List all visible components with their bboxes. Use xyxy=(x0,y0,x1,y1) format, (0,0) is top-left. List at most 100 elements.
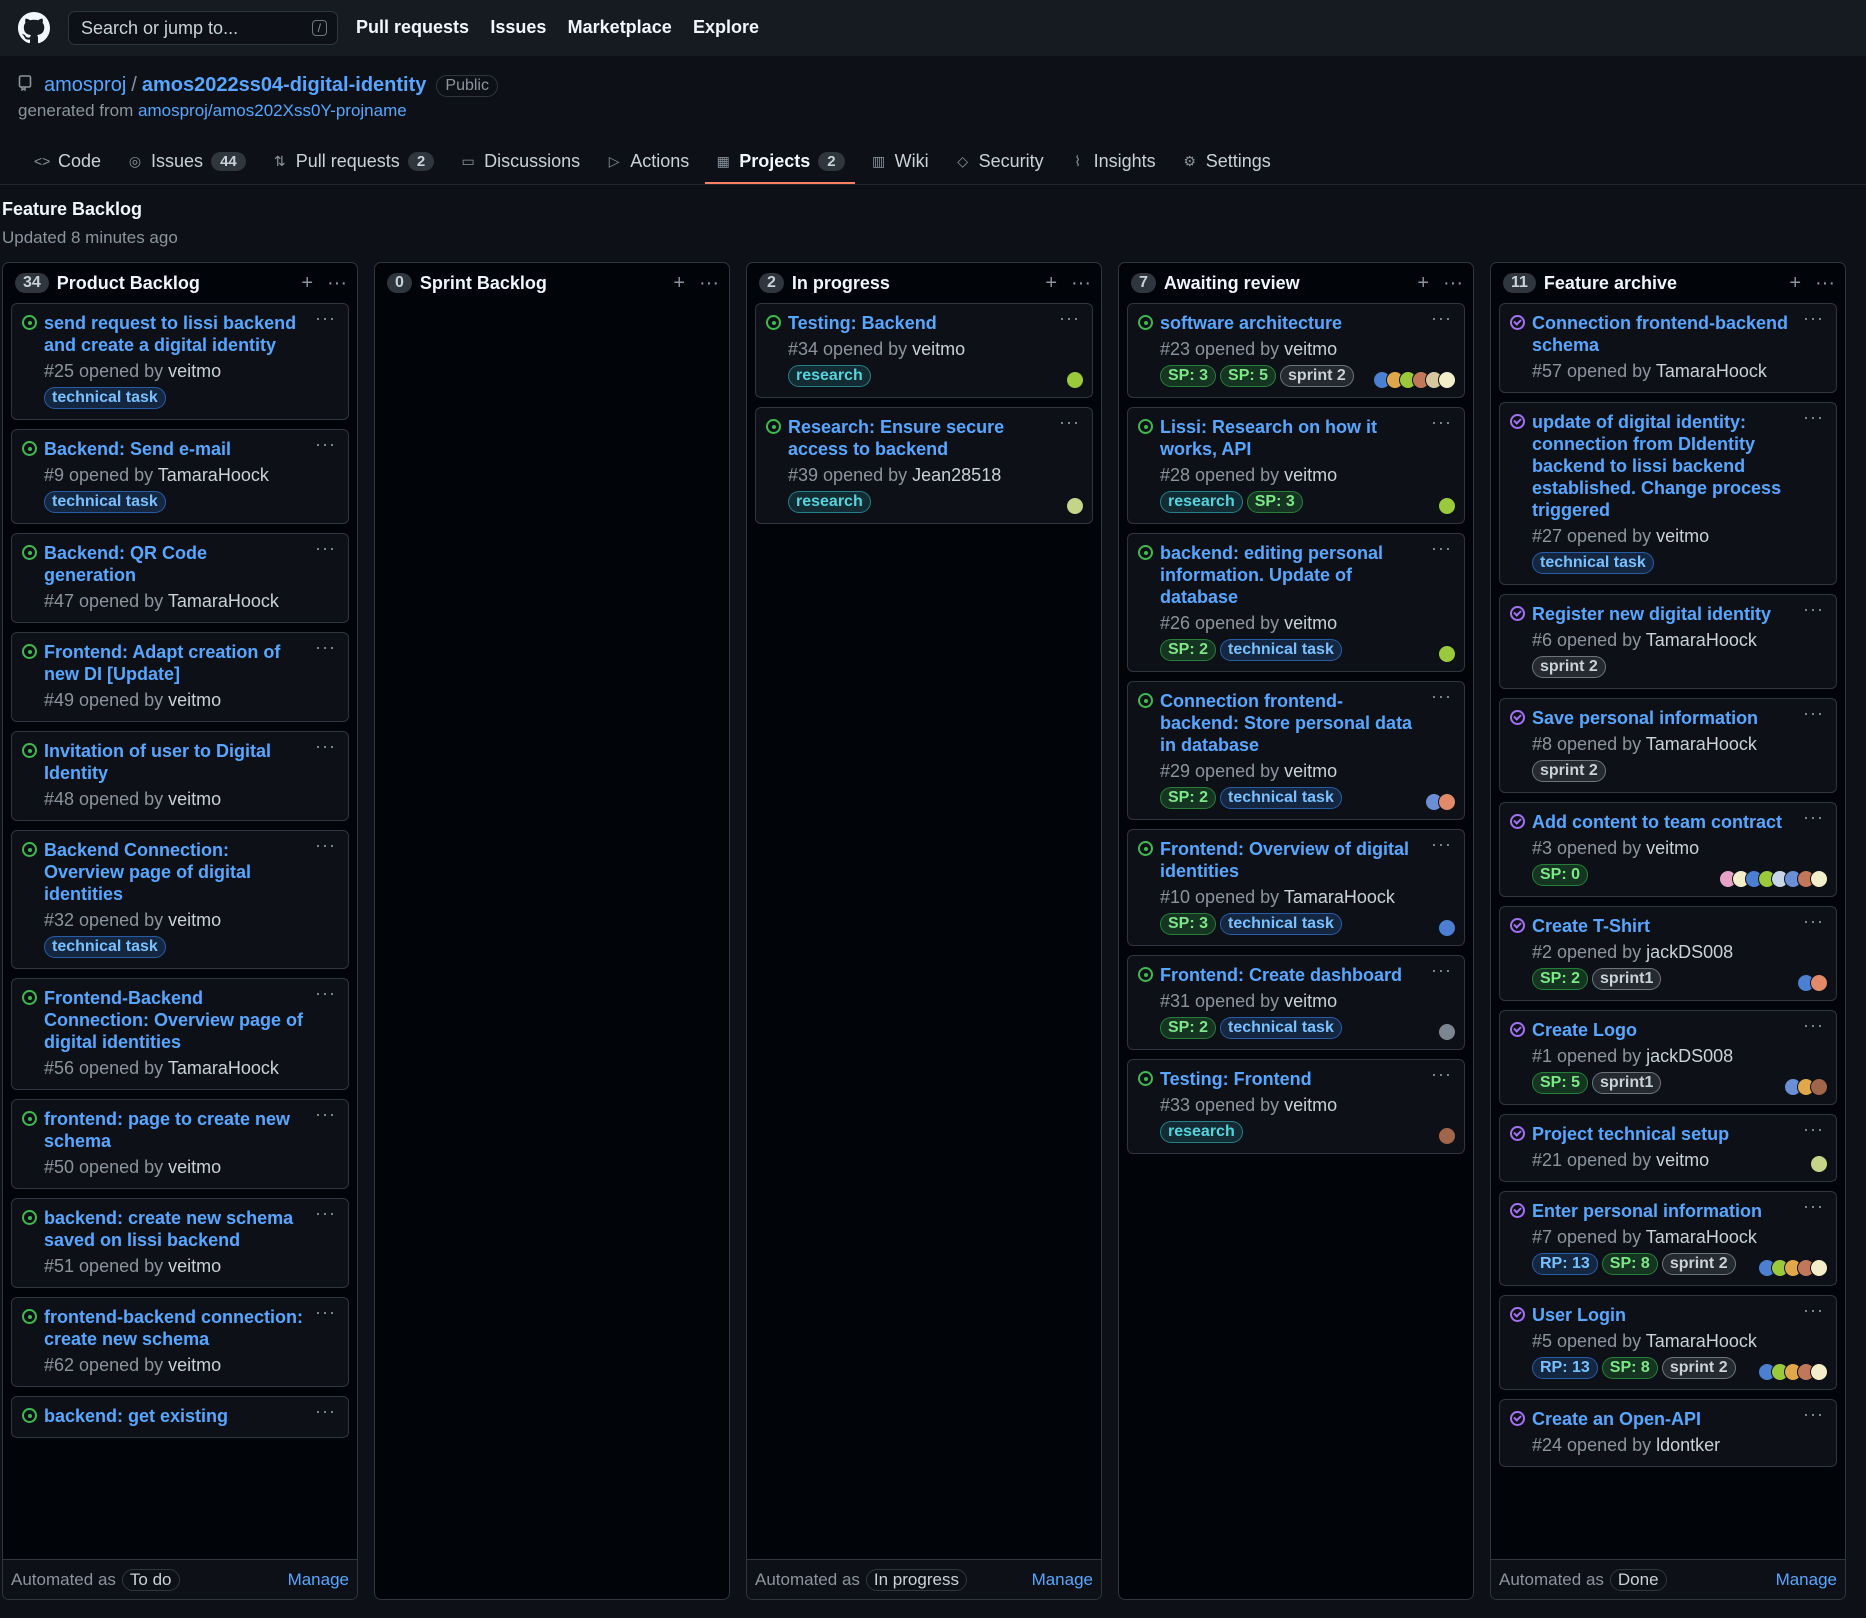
add-card-icon[interactable]: + xyxy=(301,272,313,295)
issue-label[interactable]: RP: 13 xyxy=(1532,1357,1598,1379)
card-title-link[interactable]: Create T-Shirt xyxy=(1532,915,1826,937)
author-link[interactable]: TamaraHoock xyxy=(1646,1331,1757,1351)
nav-issues[interactable]: Issues xyxy=(490,17,546,37)
card-title-link[interactable]: Enter personal information xyxy=(1532,1200,1826,1222)
repo-name-link[interactable]: amos2022ss04-digital-identity xyxy=(142,74,427,97)
add-card-icon[interactable]: + xyxy=(1045,272,1057,295)
tab-security[interactable]: ◇ Security xyxy=(945,140,1054,184)
card-title-link[interactable]: Connection frontend-backend: Store perso… xyxy=(1160,690,1454,756)
author-link[interactable]: TamaraHoock xyxy=(168,591,279,611)
author-link[interactable]: veitmo xyxy=(168,1157,221,1177)
card-title-link[interactable]: software architecture xyxy=(1160,312,1454,334)
card-title-link[interactable]: send request to lissi backend and create… xyxy=(44,312,338,356)
issue-label[interactable]: SP: 0 xyxy=(1532,864,1589,886)
avatar[interactable] xyxy=(1438,371,1456,389)
issue-label[interactable]: technical task xyxy=(1220,787,1342,809)
card-title-link[interactable]: Backend: Send e-mail xyxy=(44,438,338,460)
card-title-link[interactable]: Add content to team contract xyxy=(1532,811,1826,833)
card-title-link[interactable]: Frontend-Backend Connection: Overview pa… xyxy=(44,987,338,1053)
column-menu-icon[interactable]: ··· xyxy=(1815,272,1835,295)
card-menu-icon[interactable]: ··· xyxy=(1059,308,1080,329)
issue-label[interactable]: SP: 2 xyxy=(1160,787,1217,809)
issue-label[interactable]: SP: 3 xyxy=(1160,913,1217,935)
column-menu-icon[interactable]: ··· xyxy=(1443,272,1463,295)
avatar[interactable] xyxy=(1438,1127,1456,1145)
card-menu-icon[interactable]: ··· xyxy=(1803,308,1824,329)
issue-card[interactable]: ··· Create an Open-API #24 opened by ldont… xyxy=(1499,1399,1837,1467)
card-title-link[interactable]: User Login xyxy=(1532,1304,1826,1326)
issue-card[interactable]: ··· software architecture #23 opened by ve… xyxy=(1127,303,1465,398)
issue-card[interactable]: ··· Add content to team contract #3 opened… xyxy=(1499,802,1837,897)
avatar[interactable] xyxy=(1066,497,1084,515)
issue-label[interactable]: research xyxy=(1160,491,1243,513)
card-title-link[interactable]: Project technical setup xyxy=(1532,1123,1826,1145)
author-link[interactable]: TamaraHoock xyxy=(168,1058,279,1078)
author-link[interactable]: TamaraHoock xyxy=(1284,887,1395,907)
column-menu-icon[interactable]: ··· xyxy=(699,272,719,295)
card-menu-icon[interactable]: ··· xyxy=(1803,599,1824,620)
card-title-link[interactable]: Connection frontend-backend schema xyxy=(1532,312,1826,356)
card-menu-icon[interactable]: ··· xyxy=(1431,538,1452,559)
issue-card[interactable]: ··· Testing: Frontend #33 opened by veitmo… xyxy=(1127,1059,1465,1154)
issue-card[interactable]: ··· backend: create new schema saved on l… xyxy=(11,1198,349,1288)
issue-label[interactable]: SP: 2 xyxy=(1160,1017,1217,1039)
author-link[interactable]: veitmo xyxy=(168,361,221,381)
repo-owner-link[interactable]: amosproj xyxy=(44,74,126,97)
avatar[interactable] xyxy=(1810,870,1828,888)
card-menu-icon[interactable]: ··· xyxy=(315,1401,336,1422)
tab-settings[interactable]: ⚙ Settings xyxy=(1172,140,1281,184)
card-menu-icon[interactable]: ··· xyxy=(1803,703,1824,724)
issue-card[interactable]: ··· update of digital identity: connectio… xyxy=(1499,402,1837,585)
card-title-link[interactable]: Create Logo xyxy=(1532,1019,1826,1041)
issue-label[interactable]: sprint 2 xyxy=(1661,1357,1736,1379)
issue-card[interactable]: ··· Connection frontend-backend: Store pe… xyxy=(1127,681,1465,820)
card-title-link[interactable]: backend: create new schema saved on liss… xyxy=(44,1207,338,1251)
card-title-link[interactable]: Frontend: Overview of digital identities xyxy=(1160,838,1454,882)
issue-card[interactable]: ··· Enter personal information #7 opened b… xyxy=(1499,1191,1837,1286)
card-menu-icon[interactable]: ··· xyxy=(1059,412,1080,433)
author-link[interactable]: veitmo xyxy=(1284,613,1337,633)
issue-card[interactable]: ··· Research: Ensure secure access to bac… xyxy=(755,407,1093,524)
issue-label[interactable]: technical task xyxy=(44,491,166,513)
avatar[interactable] xyxy=(1810,1259,1828,1277)
author-link[interactable]: veitmo xyxy=(168,1256,221,1276)
issue-label[interactable]: sprint 2 xyxy=(1532,760,1606,782)
author-link[interactable]: veitmo xyxy=(1656,526,1709,546)
issue-card[interactable]: ··· Backend: QR Code generation #47 opened… xyxy=(11,533,349,623)
issue-card[interactable]: ··· Create T-Shirt #2 opened by jackDS008 S… xyxy=(1499,906,1837,1001)
card-title-link[interactable]: frontend: page to create new schema xyxy=(44,1108,338,1152)
issue-label[interactable]: SP: 5 xyxy=(1532,1072,1589,1094)
issue-label[interactable]: SP: 3 xyxy=(1246,491,1303,513)
issue-card[interactable]: ··· send request to lissi backend and cre… xyxy=(11,303,349,420)
author-link[interactable]: veitmo xyxy=(168,910,221,930)
issue-label[interactable]: technical task xyxy=(1220,639,1342,661)
issue-card[interactable]: ··· Project technical setup #21 opened by … xyxy=(1499,1114,1837,1182)
author-link[interactable]: veitmo xyxy=(1284,465,1337,485)
card-title-link[interactable]: Research: Ensure secure access to backen… xyxy=(788,416,1082,460)
card-menu-icon[interactable]: ··· xyxy=(1431,686,1452,707)
template-repo-link[interactable]: amosproj/amos202Xss0Y-projname xyxy=(138,101,407,120)
nav-explore[interactable]: Explore xyxy=(693,17,759,37)
author-link[interactable]: jackDS008 xyxy=(1646,942,1733,962)
column-menu-icon[interactable]: ··· xyxy=(1071,272,1091,295)
search-input[interactable]: Search or jump to... / xyxy=(68,11,338,45)
nav-marketplace[interactable]: Marketplace xyxy=(568,17,672,37)
card-menu-icon[interactable]: ··· xyxy=(315,983,336,1004)
issue-label[interactable]: research xyxy=(788,365,871,387)
issue-label[interactable]: research xyxy=(788,491,871,513)
author-link[interactable]: veitmo xyxy=(1646,838,1699,858)
author-link[interactable]: Jean28518 xyxy=(912,465,1001,485)
card-menu-icon[interactable]: ··· xyxy=(1431,834,1452,855)
issue-label[interactable]: technical task xyxy=(44,936,166,958)
author-link[interactable]: TamaraHoock xyxy=(1646,1227,1757,1247)
card-title-link[interactable]: Invitation of user to Digital Identity xyxy=(44,740,338,784)
tab-actions[interactable]: ▷ Actions xyxy=(596,140,699,184)
manage-automation-link[interactable]: Manage xyxy=(1032,1570,1093,1590)
issue-label[interactable]: sprint1 xyxy=(1592,968,1662,990)
avatar[interactable] xyxy=(1438,919,1456,937)
card-menu-icon[interactable]: ··· xyxy=(1431,1064,1452,1085)
issue-label[interactable]: SP: 2 xyxy=(1532,968,1589,990)
avatar[interactable] xyxy=(1066,371,1084,389)
author-link[interactable]: veitmo xyxy=(1656,1150,1709,1170)
manage-automation-link[interactable]: Manage xyxy=(1776,1570,1837,1590)
